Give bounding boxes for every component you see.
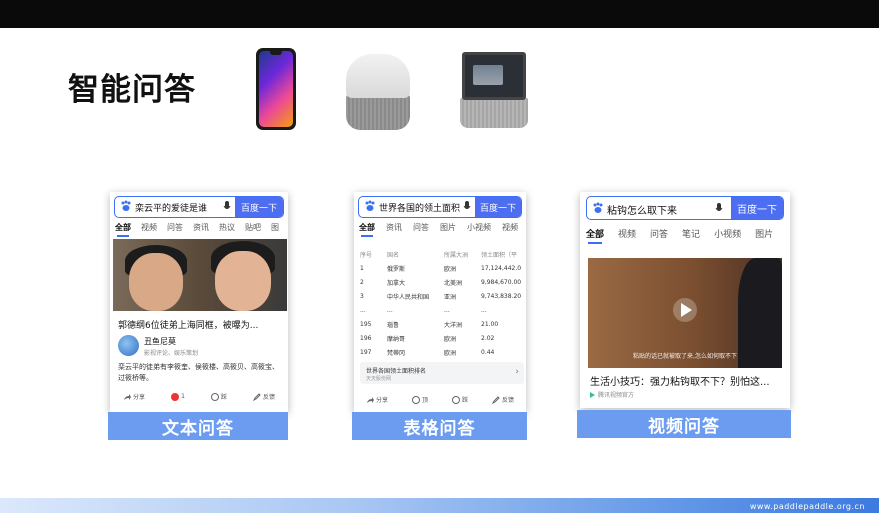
- microphone-icon[interactable]: [463, 201, 471, 212]
- table-row: 197 梵蒂冈 欧洲 0.44: [360, 348, 495, 357]
- chevron-right-icon: ›: [515, 367, 519, 377]
- microphone-icon[interactable]: [223, 201, 231, 212]
- tencent-video-icon: [590, 391, 595, 398]
- tab-image[interactable]: 图片: [755, 227, 773, 240]
- table-row: 1 俄罗斯 欧洲 17,124,442.0: [360, 264, 522, 273]
- feedback-button[interactable]: 反馈: [491, 395, 514, 404]
- video-subtitle: 粘贴的话已就被取了来,怎么如何取不下: [633, 353, 737, 360]
- search-button[interactable]: 百度一下: [475, 197, 521, 217]
- tab-short-video[interactable]: 小视频: [714, 227, 741, 240]
- footer-bar: [0, 498, 879, 513]
- author-name[interactable]: 丑鱼尼莫: [144, 336, 176, 347]
- baidu-paw-icon: [365, 200, 375, 211]
- smart-display-icon: [456, 50, 532, 132]
- video-qa-card: 粘钩怎么取下来 百度一下 全部 视频 问答 笔记 小视频 图片 粘贴的话已就被取…: [580, 192, 790, 408]
- search-query[interactable]: 世界各国的领土面积: [379, 201, 460, 214]
- video-source: 腾讯视频官方: [590, 390, 634, 399]
- result-table: 序号 国名 所属大洲 领土面积（平 1 俄罗斯 欧洲 17,124,442.0 2 加拿…: [360, 247, 526, 359]
- tab-video[interactable]: 视频: [502, 222, 518, 233]
- slide-title: 智能问答: [68, 72, 196, 108]
- tab-news[interactable]: 资讯: [193, 222, 209, 233]
- edit-icon: [252, 392, 261, 401]
- search-bar[interactable]: 栾云平的爱徒是谁 百度一下: [114, 196, 284, 218]
- like-button[interactable]: 1: [171, 392, 185, 401]
- author-desc: 影视评论、娱乐策划: [144, 350, 199, 357]
- tab-all[interactable]: 全部: [359, 222, 375, 237]
- table-qa-label: 表格问答: [352, 412, 527, 440]
- phone-icon: [256, 48, 296, 130]
- table-row: 3 中华人民共和国 亚洲 9,743,838.20: [360, 292, 522, 301]
- table-row: 196 摩纳哥 欧洲 2.02: [360, 334, 495, 343]
- share-button[interactable]: 分享: [123, 392, 145, 401]
- table-row: 2 加拿大 北美洲 9,984,670.00: [360, 278, 522, 287]
- video-player[interactable]: 粘贴的话已就被取了来,怎么如何取不下: [588, 258, 782, 368]
- edit-icon: [491, 395, 500, 404]
- dislike-button[interactable]: 踩: [210, 392, 227, 401]
- search-button[interactable]: 百度一下: [235, 197, 283, 217]
- baidu-paw-icon: [121, 200, 131, 211]
- search-button[interactable]: 百度一下: [731, 197, 783, 219]
- result-headline[interactable]: 郭德纲6位徒弟上海同框，被曝为...: [118, 318, 258, 331]
- search-bar[interactable]: 粘钩怎么取下来 百度一下: [586, 196, 784, 220]
- footer-url: www.paddlepaddle.org.cn: [749, 502, 865, 511]
- source-link[interactable]: 世界各国领土面积排名 天天股份网 ›: [360, 362, 524, 384]
- dislike-icon: [210, 392, 219, 401]
- like-icon: [411, 395, 420, 404]
- result-headline[interactable]: 生活小技巧：强力粘钩取不下？别怕这...: [590, 373, 770, 388]
- smart-speaker-icon: [346, 54, 410, 130]
- source-link-sub: 天天股份网: [366, 376, 392, 382]
- tab-qa[interactable]: 问答: [167, 222, 183, 233]
- feedback-button[interactable]: 反馈: [252, 392, 275, 401]
- result-photo[interactable]: [113, 239, 287, 311]
- text-qa-label: 文本问答: [108, 412, 288, 440]
- like-button[interactable]: 顶: [411, 395, 428, 404]
- tab-qa[interactable]: 问答: [650, 227, 668, 240]
- search-query[interactable]: 栾云平的爱徒是谁: [135, 201, 207, 214]
- table-qa-card: 世界各国的领土面积 百度一下 全部 资讯 问答 图片 小视频 视频 序号 国名 …: [354, 192, 526, 412]
- table-row: ............: [360, 306, 487, 314]
- tab-video[interactable]: 视频: [618, 227, 636, 240]
- table-row: 195 瑙鲁 大洋洲 21.00: [360, 320, 499, 329]
- like-icon: [171, 392, 180, 401]
- dislike-icon: [451, 395, 460, 404]
- search-query[interactable]: 粘钩怎么取下来: [607, 202, 677, 217]
- table-header: 序号 国名 所属大洲 领土面积（平: [360, 251, 518, 259]
- play-icon[interactable]: [673, 298, 697, 322]
- source-link-title: 世界各国领土面积排名: [366, 368, 427, 375]
- tab-image[interactable]: 图: [271, 222, 279, 233]
- tab-tieba[interactable]: 贴吧: [245, 222, 261, 233]
- top-bar: [0, 0, 879, 28]
- dislike-button[interactable]: 踩: [451, 395, 468, 404]
- tab-image[interactable]: 图片: [440, 222, 456, 233]
- tab-qa[interactable]: 问答: [413, 222, 429, 233]
- tab-all[interactable]: 全部: [115, 222, 131, 237]
- microphone-icon[interactable]: [715, 203, 723, 214]
- share-icon: [124, 393, 132, 400]
- text-qa-card: 栾云平的爱徒是谁 百度一下 全部 视频 问答 资讯 热议 贴吧 图 郭德纲6位徒…: [110, 192, 288, 412]
- tab-hot[interactable]: 热议: [219, 222, 235, 233]
- search-bar[interactable]: 世界各国的领土面积 百度一下: [358, 196, 522, 218]
- share-button[interactable]: 分享: [366, 395, 388, 404]
- tab-video[interactable]: 视频: [141, 222, 157, 233]
- tab-notes[interactable]: 笔记: [682, 227, 700, 240]
- answer-snippet: 栾云平的徒弟有李筱奎、侯筱楼、高筱贝、高筱宝、过筱桥等。: [118, 363, 279, 382]
- tab-short-video[interactable]: 小视频: [467, 222, 491, 233]
- avatar[interactable]: [118, 335, 139, 356]
- video-qa-label: 视频问答: [577, 410, 791, 438]
- tab-news[interactable]: 资讯: [386, 222, 402, 233]
- tab-all[interactable]: 全部: [586, 227, 604, 244]
- baidu-paw-icon: [593, 202, 603, 213]
- share-icon: [366, 396, 374, 403]
